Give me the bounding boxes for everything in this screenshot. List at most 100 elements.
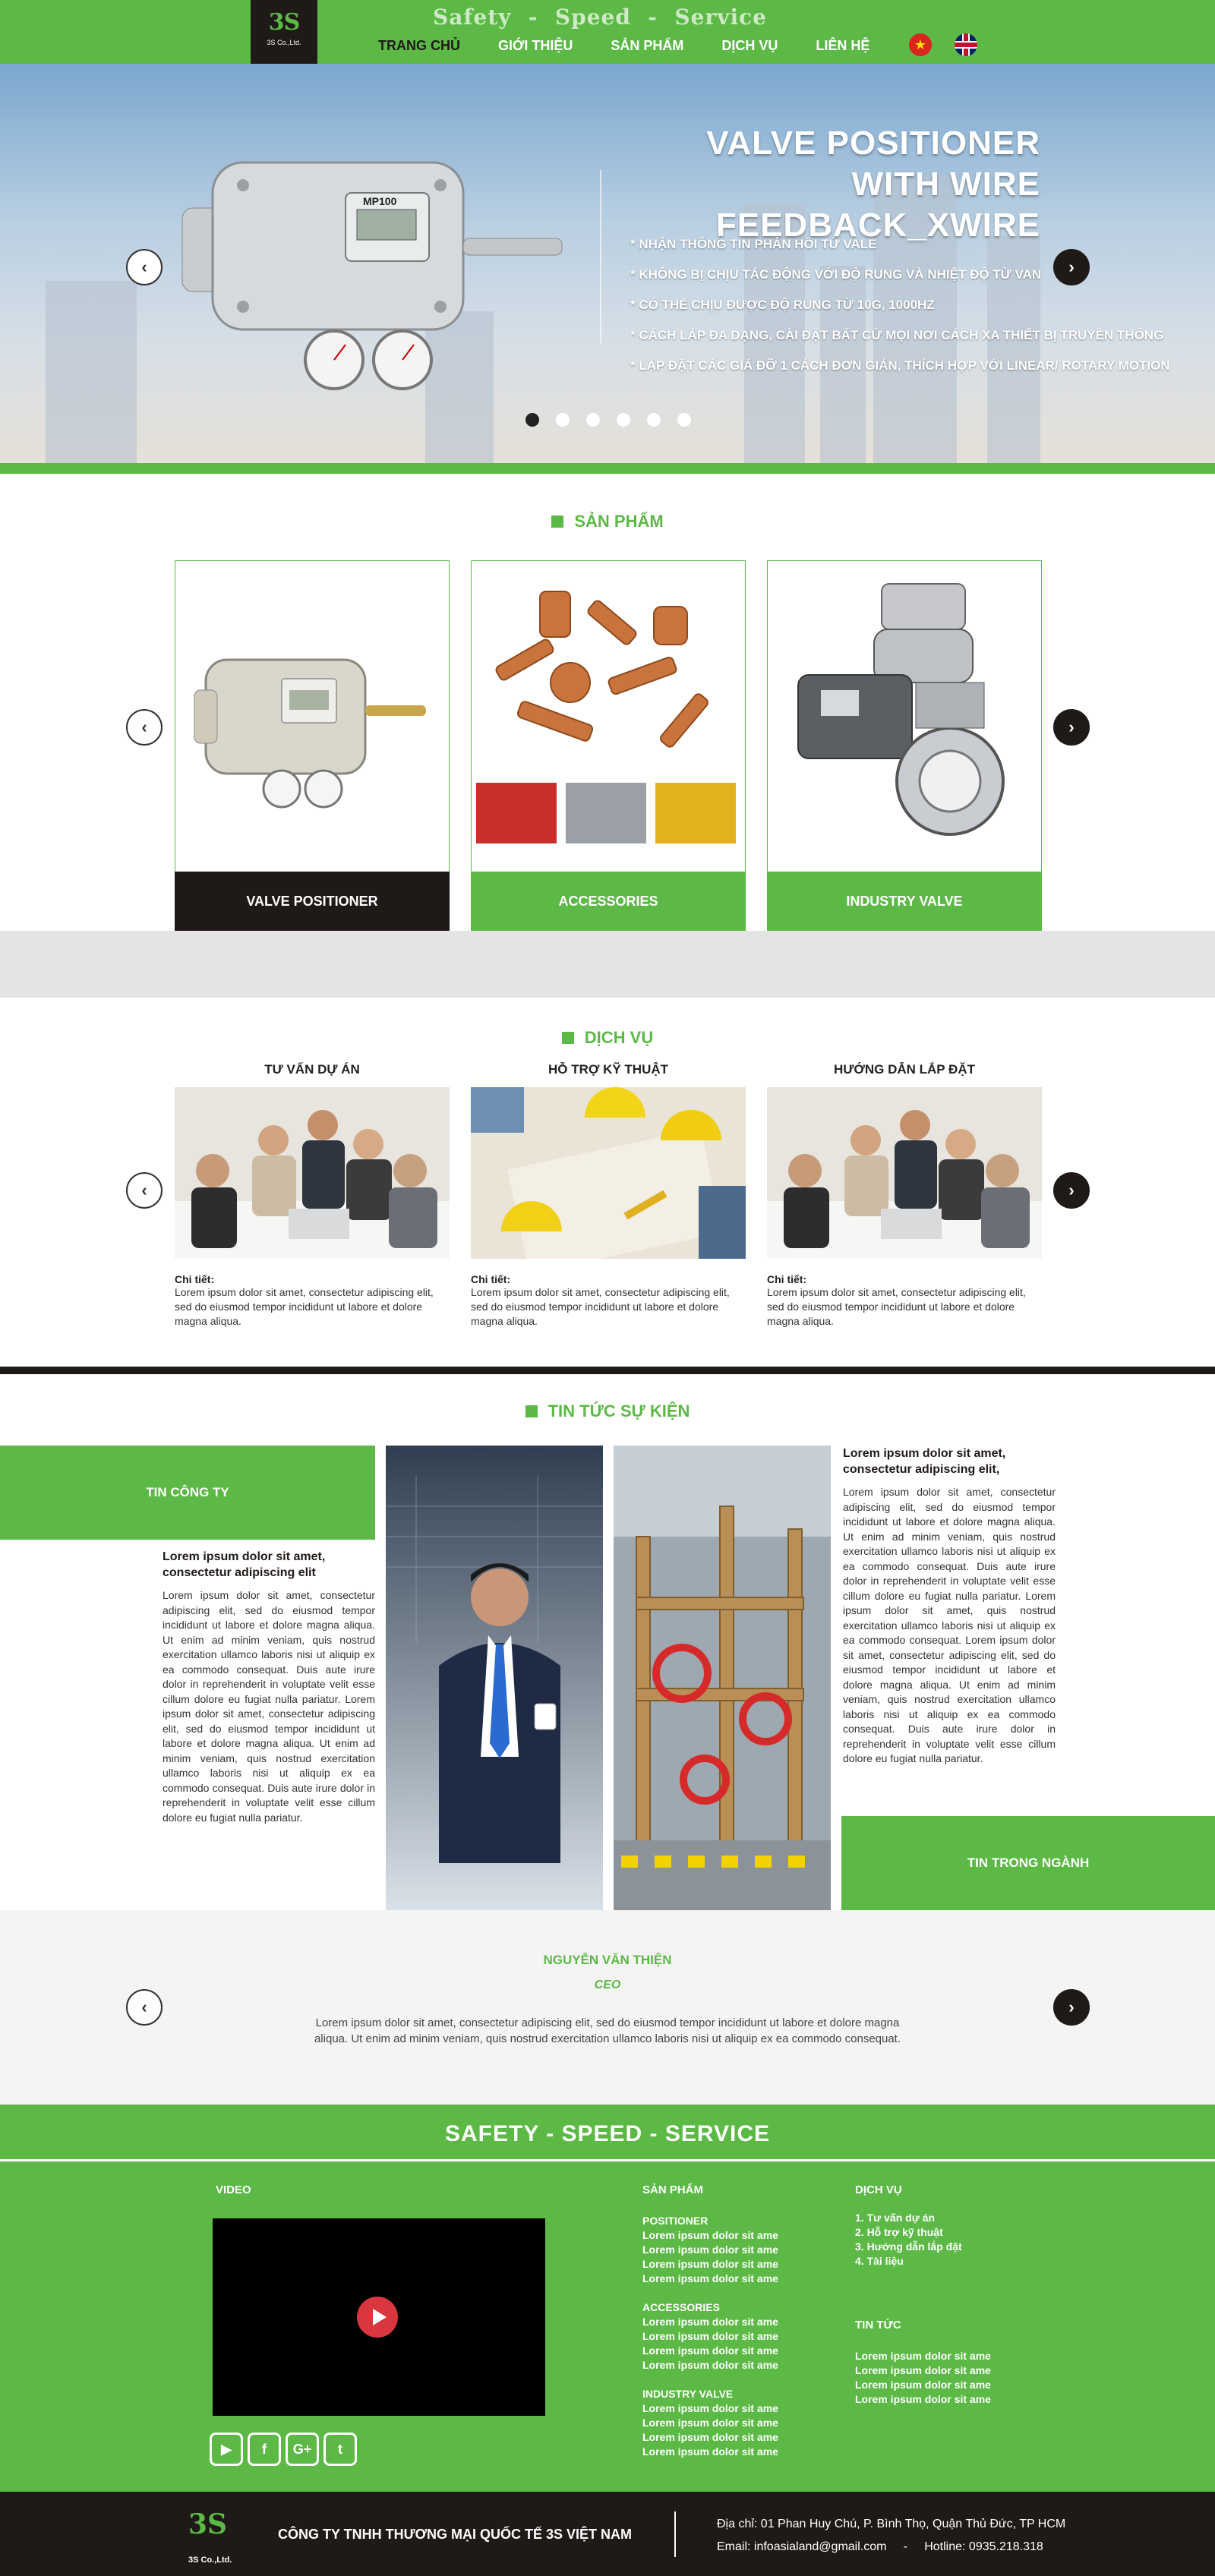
footer-news-heading: TIN TỨC: [855, 2319, 901, 2332]
footer-services-list: 1. Tư vấn dự án 2. Hỗ trợ kỹ thuật 3. Hư…: [855, 2211, 962, 2269]
site-header: 3S 3S Co.,Ltd. Safety - Speed - Service …: [0, 0, 1215, 64]
heading-square-icon: [561, 1032, 574, 1044]
company-news-article[interactable]: Lorem ipsum dolor sit amet, consectetur …: [163, 1549, 375, 1825]
logo[interactable]: 3S 3S Co.,Ltd.: [251, 0, 317, 64]
product-card-industry-valve[interactable]: INDUSTRY VALVE: [767, 560, 1042, 931]
hero-next-arrow-icon[interactable]: ›: [1053, 249, 1090, 285]
tagline-word: Service: [674, 5, 767, 30]
footer-news-list: Lorem ipsum dolor sit ame Lorem ipsum do…: [855, 2349, 991, 2407]
tagline-sep: -: [648, 5, 658, 30]
footer-link[interactable]: Lorem ipsum dolor sit ame: [642, 2445, 778, 2459]
footer-link[interactable]: Lorem ipsum dolor sit ame: [642, 2401, 778, 2416]
footer-product-group: INDUSTRY VALVE Lorem ipsum dolor sit ame…: [642, 2387, 778, 2459]
company-news-tab[interactable]: TIN CÔNG TY: [0, 1446, 375, 1540]
hero-feature: * CÓ THỂ CHỊU ĐƯỢC ĐỘ RUNG TỪ 10G, 1000H…: [630, 298, 935, 312]
footer-services-heading: DỊCH VỤ: [855, 2183, 902, 2196]
products-next-arrow-icon[interactable]: ›: [1053, 709, 1090, 746]
vietnam-flag-icon[interactable]: ★: [909, 33, 932, 56]
services-prev-arrow-icon[interactable]: ‹: [126, 1172, 163, 1209]
service-card[interactable]: HƯỚNG DẪN LẮP ĐẶT Chi tiết: Lorem ipsum …: [767, 1057, 1042, 1329]
footer-slogan: SAFETY - SPEED - SERVICE: [445, 2121, 770, 2146]
footer-link[interactable]: 1. Tư vấn dự án: [855, 2211, 962, 2225]
google-plus-icon[interactable]: G+: [286, 2433, 319, 2466]
footer-link[interactable]: Lorem ipsum dolor sit ame: [855, 2349, 991, 2363]
product-card-accessories[interactable]: ACCESSORIES: [471, 560, 746, 931]
products-prev-arrow-icon[interactable]: ‹: [126, 709, 163, 746]
footer-link[interactable]: Lorem ipsum dolor sit ame: [642, 2228, 778, 2243]
nav-about[interactable]: GIỚI THIỆU: [498, 38, 573, 54]
testimonial-quote: Lorem ipsum dolor sit amet, consectetur …: [314, 2016, 901, 2045]
slider-dot[interactable]: [586, 413, 600, 427]
company-name: CÔNG TY TNHH THƯƠNG MẠI QUỐC TẾ 3S VIỆT …: [278, 2527, 632, 2542]
footer-link[interactable]: Lorem ipsum dolor sit ame: [642, 2430, 778, 2445]
nav-home[interactable]: TRANG CHỦ: [378, 38, 460, 54]
footer-group-title: POSITIONER: [642, 2215, 708, 2227]
uk-flag-icon[interactable]: [955, 33, 977, 56]
testimonial-name: NGUYỄN VĂN THIỆN: [543, 1953, 672, 1967]
testimonial-prev-arrow-icon[interactable]: ‹: [126, 1989, 163, 2026]
footer-logo-subtitle: 3S Co.,Ltd.: [188, 2556, 232, 2565]
footer-link[interactable]: 2. Hỗ trợ kỹ thuật: [855, 2225, 962, 2240]
service-card[interactable]: TƯ VẤN DỰ ÁN Chi tiết: Lorem ipsum dolor…: [175, 1057, 450, 1329]
footer-link[interactable]: Lorem ipsum dolor sit ame: [855, 2378, 991, 2392]
slider-dot[interactable]: [677, 413, 691, 427]
slider-dot[interactable]: [617, 413, 630, 427]
slider-dot[interactable]: [525, 413, 539, 427]
heading-square-icon: [525, 1405, 538, 1417]
industry-news-tab[interactable]: TIN TRONG NGÀNH: [841, 1816, 1215, 1910]
company-contact: Địa chỉ: 01 Phan Huy Chú, P. Bình Thọ, Q…: [717, 2513, 1065, 2559]
product-label[interactable]: INDUSTRY VALVE: [767, 872, 1042, 931]
service-card[interactable]: HỖ TRỢ KỸ THUẬT Chi tiết: Lorem ipsum do…: [471, 1057, 746, 1329]
device-brand: MP100: [363, 195, 397, 207]
logo-subtitle: 3S Co.,Ltd.: [267, 39, 301, 46]
footer-link[interactable]: Lorem ipsum dolor sit ame: [855, 2392, 991, 2407]
meeting-photo: [175, 1087, 450, 1259]
industry-news-article[interactable]: Lorem ipsum dolor sit amet, consectetur …: [843, 1446, 1056, 1767]
nav-services[interactable]: DỊCH VỤ: [721, 38, 778, 54]
logo-mark: 3S: [268, 9, 301, 36]
footer-link[interactable]: Lorem ipsum dolor sit ame: [642, 2416, 778, 2430]
product-label[interactable]: VALVE POSITIONER: [175, 872, 450, 931]
footer-link[interactable]: 3. Hướng dẫn lắp đặt: [855, 2240, 962, 2254]
hero-feature: * CÁCH LẮP ĐA DẠNG, CÀI ĐẶT BẤT CỨ MỌI N…: [630, 328, 1164, 342]
hero-feature-list: * NHẬN THÔNG TIN PHẢN HỒI TỪ VALE * KHÔN…: [630, 229, 1170, 381]
footer-link[interactable]: Lorem ipsum dolor sit ame: [642, 2344, 778, 2358]
services-next-arrow-icon[interactable]: ›: [1053, 1172, 1090, 1209]
twitter-icon[interactable]: t: [323, 2433, 357, 2466]
tagline-word: Speed: [554, 5, 631, 30]
facebook-icon[interactable]: f: [248, 2433, 281, 2466]
footer-link[interactable]: Lorem ipsum dolor sit ame: [642, 2315, 778, 2329]
footer-link[interactable]: Lorem ipsum dolor sit ame: [642, 2358, 778, 2373]
product-card-positioner[interactable]: VALVE POSITIONER: [175, 560, 450, 931]
slider-dot[interactable]: [647, 413, 661, 427]
hero-title: VALVE POSITIONER WITH WIRE FEEDBACK_XWIR…: [630, 123, 1040, 246]
footer-link[interactable]: Lorem ipsum dolor sit ame: [642, 2257, 778, 2272]
products-heading: SẢN PHẨM: [0, 512, 1215, 531]
footer-link[interactable]: 4. Tài liệu: [855, 2254, 962, 2269]
play-icon[interactable]: [357, 2297, 398, 2338]
product-label[interactable]: ACCESSORIES: [471, 872, 746, 931]
slider-dot[interactable]: [556, 413, 570, 427]
nav-contact[interactable]: LIÊN HỆ: [816, 38, 869, 54]
company-email-hotline[interactable]: Email: infoasialand@gmail.com - Hotline:…: [717, 2536, 1065, 2559]
footer-link[interactable]: Lorem ipsum dolor sit ame: [642, 2272, 778, 2286]
heading-square-icon: [551, 516, 564, 528]
nav-products[interactable]: SẢN PHẨM: [611, 38, 683, 54]
bottom-divider: [674, 2511, 676, 2557]
footer-rule: [0, 2159, 1215, 2161]
footer-link[interactable]: Lorem ipsum dolor sit ame: [642, 2329, 778, 2344]
footer-link[interactable]: Lorem ipsum dolor sit ame: [642, 2243, 778, 2257]
hero-prev-arrow-icon[interactable]: ‹: [126, 249, 163, 285]
testimonial-next-arrow-icon[interactable]: ›: [1053, 1989, 1090, 2026]
hero-divider: [600, 170, 601, 345]
industry-valve-image: [797, 583, 1005, 836]
footer-logo[interactable]: 3S: [188, 2508, 227, 2540]
service-description: Lorem ipsum dolor sit amet, consectetur …: [175, 1286, 434, 1327]
youtube-icon[interactable]: ▶: [210, 2433, 243, 2466]
engineers-photo: [471, 1087, 746, 1274]
products-heading-text: SẢN PHẨM: [574, 512, 664, 531]
news-heading-text: TIN TỨC SỰ KIỆN: [548, 1402, 690, 1420]
video-player[interactable]: [213, 2218, 545, 2416]
footer-link[interactable]: Lorem ipsum dolor sit ame: [855, 2363, 991, 2378]
footer-group-title: ACCESSORIES: [642, 2301, 720, 2313]
